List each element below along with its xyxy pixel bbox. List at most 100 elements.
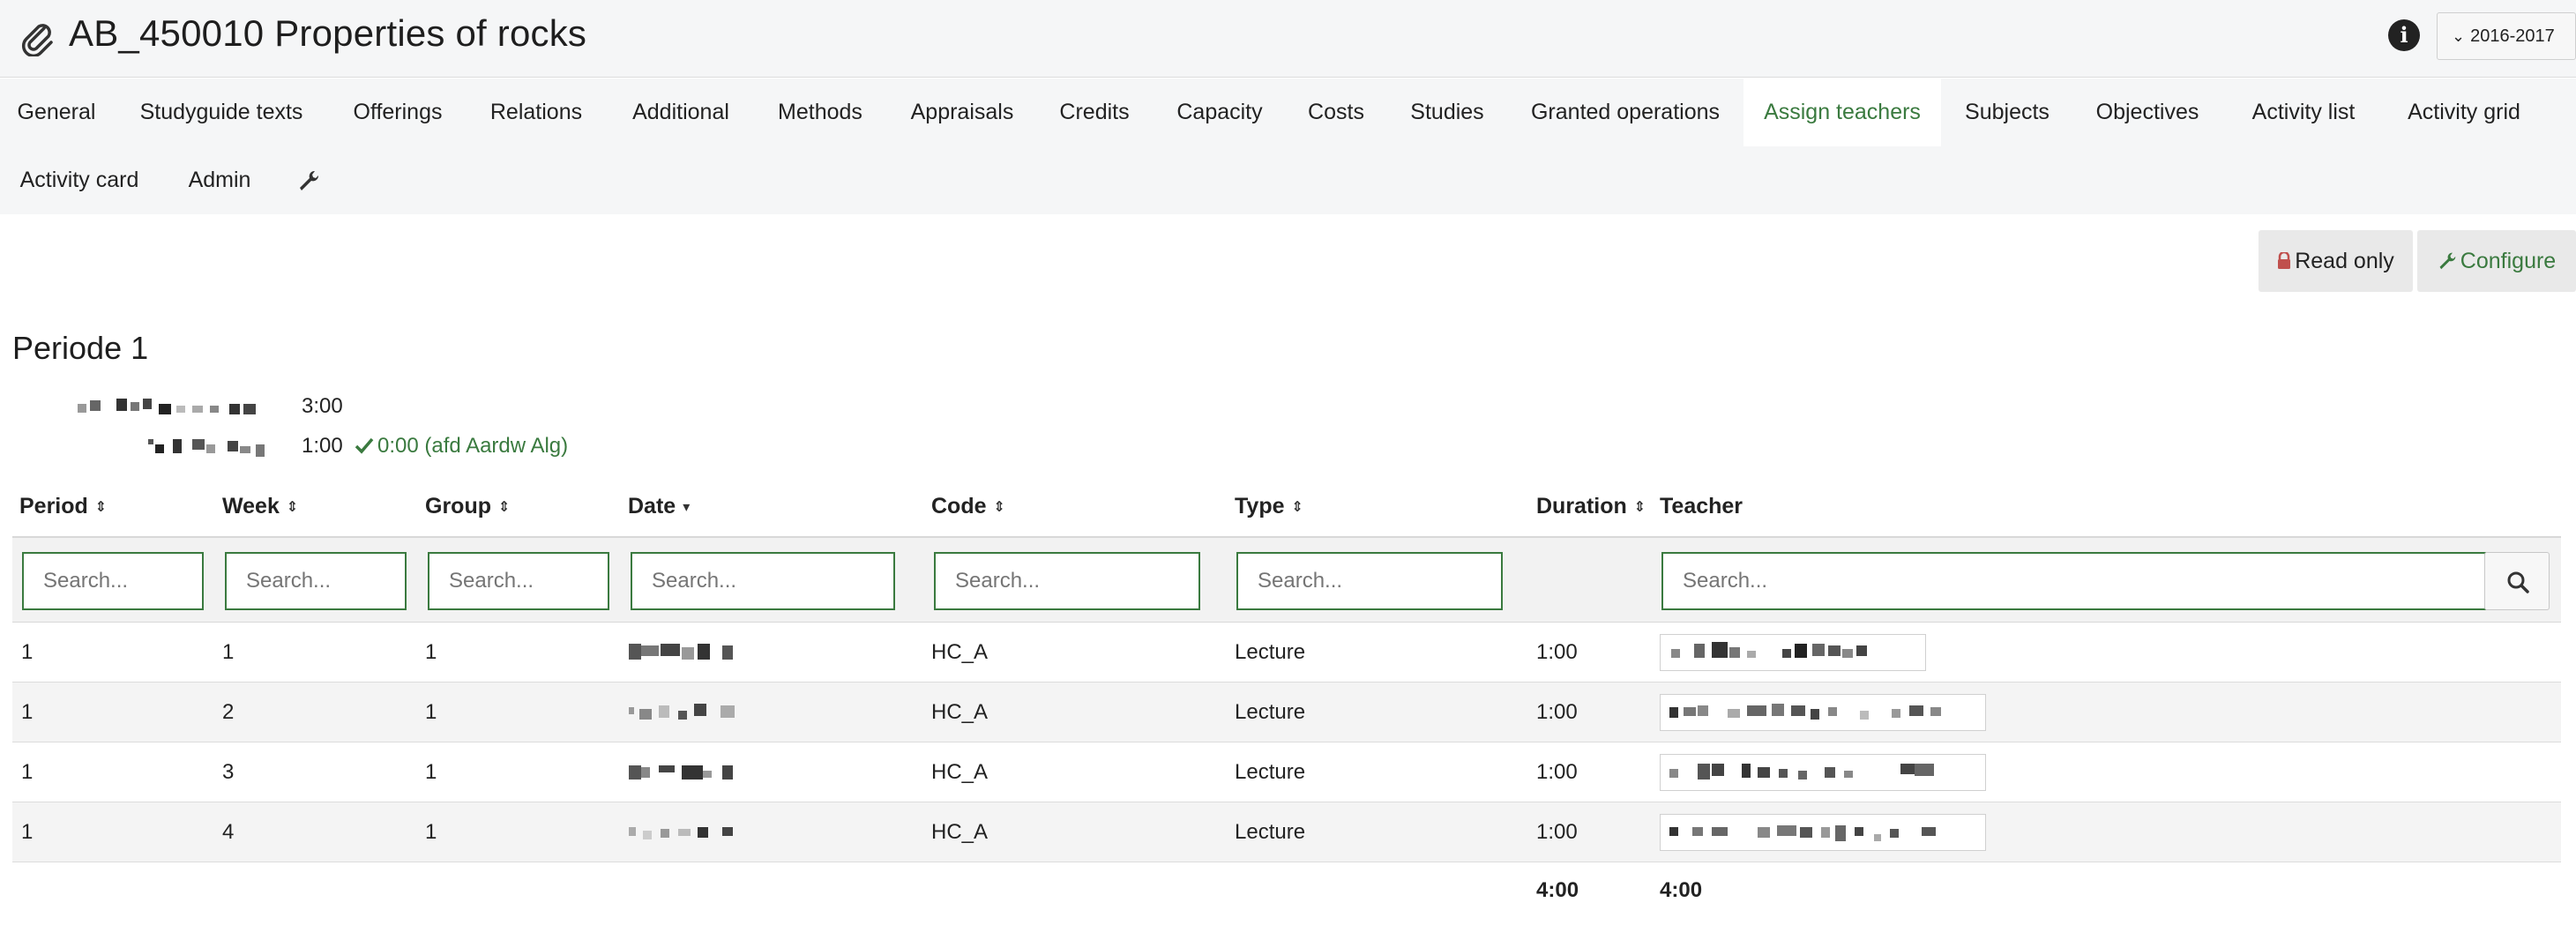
sort-icon: ⇕ (1291, 500, 1303, 515)
check-icon (355, 437, 374, 454)
tab-admin[interactable]: Admin (173, 146, 266, 214)
tab-methods[interactable]: Methods (764, 78, 877, 146)
search-type-input[interactable] (1236, 552, 1503, 610)
col-group[interactable]: Group ⇕ (425, 494, 510, 519)
col-week-label: Week (222, 494, 280, 518)
tab-activity-card[interactable]: Activity card (0, 146, 159, 214)
tab-general[interactable]: General (0, 78, 113, 146)
table-row[interactable]: 1 2 1 HC_A Lecture 1:00 (12, 683, 2561, 742)
summary-note: 0:00 (afd Aardw Alg) (355, 434, 568, 459)
tab-tools[interactable] (282, 146, 335, 214)
cell-duration: 1:00 (1536, 820, 1578, 844)
redacted-label (78, 399, 256, 414)
page-header: AB_450010 Properties of rocks i ⌄ 2016-20… (0, 0, 2576, 78)
cell-group: 1 (425, 760, 437, 784)
cell-code: HC_A (931, 640, 989, 664)
cell-period: 1 (21, 700, 34, 724)
tab-activity-list[interactable]: Activity list (2233, 78, 2374, 146)
col-date[interactable]: Date ▾ (628, 494, 690, 519)
search-week-input[interactable] (225, 552, 407, 610)
tab-studies[interactable]: Studies (1399, 78, 1496, 146)
cell-period: 1 (21, 640, 34, 664)
tab-capacity[interactable]: Capacity (1162, 78, 1277, 146)
cell-duration: 1:00 (1536, 640, 1578, 664)
period-title: Periode 1 (12, 330, 149, 366)
sort-icon: ⇕ (498, 500, 511, 515)
configure-button[interactable]: Configure (2417, 230, 2576, 292)
teacher-assignment[interactable] (1660, 634, 1926, 671)
table-row[interactable]: 1 4 1 HC_A Lecture 1:00 (12, 802, 2561, 862)
tab-assign-teachers[interactable]: Assign teachers (1743, 78, 1941, 146)
cell-type: Lecture (1235, 700, 1306, 724)
paperclip-icon (21, 24, 53, 56)
tab-subjects[interactable]: Subjects (1953, 78, 2062, 146)
table-row[interactable]: 1 1 1 HC_A Lecture 1:00 (12, 623, 2561, 683)
configure-label: Configure (2460, 249, 2557, 273)
tab-granted-operations[interactable]: Granted operations (1517, 78, 1734, 146)
total-duration: 4:00 (1536, 878, 1579, 902)
sort-icon: ⇕ (993, 500, 1005, 515)
col-code[interactable]: Code ⇕ (931, 494, 1005, 519)
col-week[interactable]: Week ⇕ (222, 494, 298, 519)
cell-type: Lecture (1235, 640, 1306, 664)
cell-week: 3 (222, 760, 235, 784)
summary-total-value: 3:00 (302, 394, 343, 418)
tab-studyguide-texts[interactable]: Studyguide texts (123, 78, 319, 146)
tab-offerings[interactable]: Offerings (335, 78, 460, 146)
cell-period: 1 (21, 820, 34, 844)
cell-week: 1 (222, 640, 235, 664)
wrench-icon (2439, 252, 2456, 270)
info-icon[interactable]: i (2388, 19, 2420, 51)
redacted-teacher (1669, 704, 1941, 720)
teacher-search-button[interactable] (2484, 552, 2550, 610)
col-duration[interactable]: Duration ⇕ (1536, 494, 1646, 519)
teacher-assignment[interactable] (1660, 814, 1986, 851)
tab-credits[interactable]: Credits (1044, 78, 1145, 146)
summary-note-text: 0:00 (afd Aardw Alg) (377, 434, 569, 458)
cell-duration: 1:00 (1536, 760, 1578, 784)
teacher-assignment[interactable] (1660, 694, 1986, 731)
tab-additional[interactable]: Additional (612, 78, 750, 146)
tab-bar: General Studyguide texts Offerings Relat… (0, 78, 2576, 214)
sort-icon: ⇕ (286, 500, 299, 515)
wrench-icon (300, 171, 319, 191)
sort-icon: ⇕ (94, 500, 108, 515)
search-group-input[interactable] (428, 552, 609, 610)
year-selector[interactable]: ⌄ 2016-2017 (2437, 12, 2576, 60)
summary-line-value: 1:00 (302, 434, 343, 458)
tab-relations[interactable]: Relations (476, 78, 596, 146)
search-teacher-input[interactable] (1661, 552, 2486, 610)
search-date-input[interactable] (631, 552, 895, 610)
tab-activity-grid[interactable]: Activity grid (2390, 78, 2538, 146)
col-code-label: Code (931, 494, 987, 518)
redacted-date (629, 765, 733, 780)
year-selector-label: 2016-2017 (2470, 26, 2555, 46)
cell-code: HC_A (931, 820, 989, 844)
tab-objectives[interactable]: Objectives (2081, 78, 2214, 146)
redacted-date (629, 644, 733, 660)
col-period[interactable]: Period ⇕ (19, 494, 107, 519)
search-code-input[interactable] (934, 552, 1200, 610)
col-teacher-label: Teacher (1660, 494, 1743, 518)
read-only-button[interactable]: Read only (2259, 230, 2413, 292)
cell-week: 4 (222, 820, 235, 844)
tab-costs[interactable]: Costs (1293, 78, 1379, 146)
redacted-date (629, 827, 733, 839)
tab-appraisals[interactable]: Appraisals (896, 78, 1028, 146)
cell-group: 1 (425, 700, 437, 724)
chevron-down-icon: ⌄ (2452, 27, 2466, 45)
cell-code: HC_A (931, 760, 989, 784)
search-period-input[interactable] (22, 552, 204, 610)
col-period-label: Period (19, 494, 88, 518)
col-date-label: Date (628, 494, 676, 518)
read-only-label: Read only (2295, 249, 2394, 273)
redacted-label (148, 439, 265, 457)
teacher-assignment[interactable] (1660, 754, 1986, 791)
cell-group: 1 (425, 640, 437, 664)
redacted-teacher (1669, 825, 1936, 841)
cell-code: HC_A (931, 700, 989, 724)
table-row[interactable]: 1 3 1 HC_A Lecture 1:00 (12, 742, 2561, 802)
redacted-teacher (1671, 642, 1867, 658)
col-type[interactable]: Type ⇕ (1235, 494, 1303, 519)
page-title: AB_450010 Properties of rocks (69, 12, 587, 54)
